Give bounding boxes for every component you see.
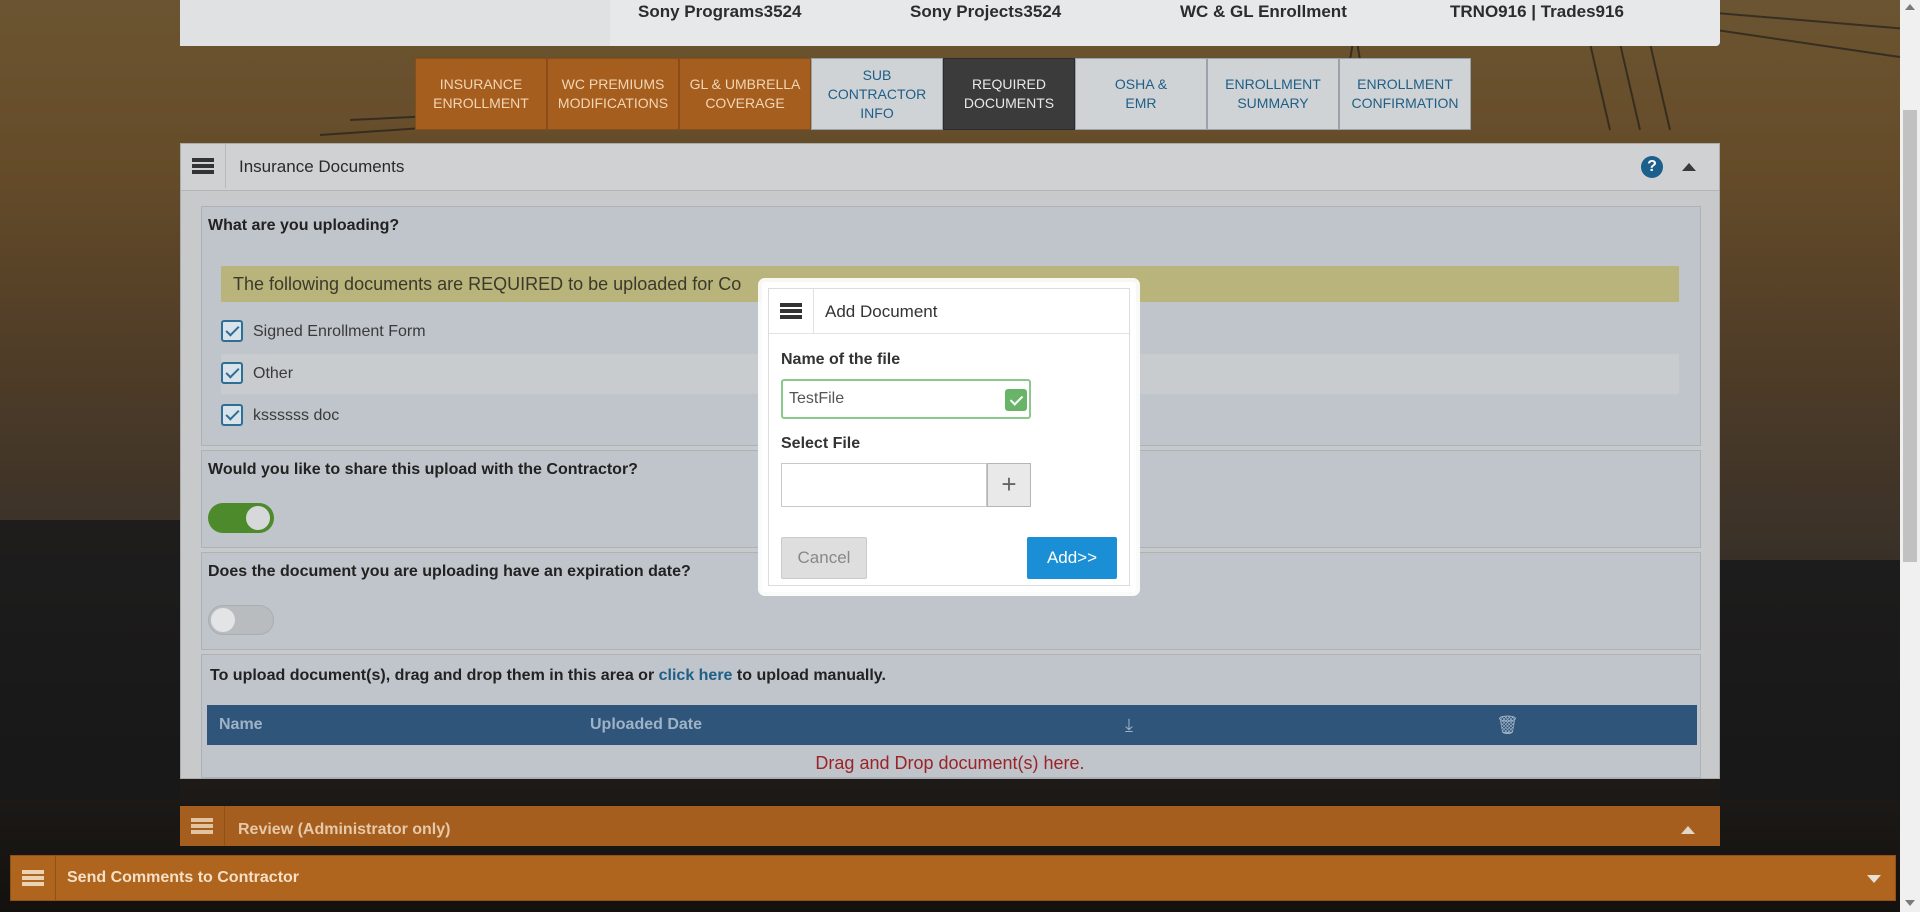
file-name-input[interactable] <box>781 379 1031 419</box>
enrollment-type: WC & GL Enrollment <box>1180 2 1347 21</box>
wizard-tabs: INSURANCE ENROLLMENT WC PREMIUMS MODIFICAT… <box>415 58 1471 130</box>
collapse-panel-icon[interactable] <box>1682 163 1696 171</box>
modal-body: Add Document Name of the file Select Fil… <box>768 288 1130 586</box>
trade-info: TRNO916 | Trades916 <box>1450 2 1624 21</box>
tab-wc-premiums-modifications[interactable]: WC PREMIUMS MODIFICATIONS <box>547 58 679 130</box>
document-label: Other <box>253 365 294 382</box>
scroll-thumb[interactable] <box>1903 110 1917 562</box>
project-name: Sony Projects3524 <box>910 2 1062 21</box>
enrollment-info-bar: Sony Programs3524 Sony Projects3524 WC &… <box>180 0 1720 46</box>
upload-instructions: To upload document(s), drag and drop the… <box>210 667 886 684</box>
trash-icon: 🗑 <box>1496 715 1519 735</box>
expiration-question: Does the document you are uploading have… <box>208 563 691 580</box>
document-label: kssssss doc <box>253 407 340 424</box>
column-name: Name <box>219 716 263 733</box>
file-name-label: Name of the file <box>781 351 901 368</box>
review-title: Review (Administrator only) <box>238 821 451 838</box>
checkbox-other[interactable] <box>221 362 243 384</box>
tab-gl-umbrella-coverage[interactable]: GL & UMBRELLA COVERAGE <box>679 58 811 130</box>
add-button[interactable]: Add>> <box>1027 537 1117 579</box>
info-bar-left-block <box>180 0 610 46</box>
drop-zone-text: Drag and Drop document(s) here. <box>815 753 1085 773</box>
send-comments-bar[interactable]: Send Comments to Contractor <box>10 855 1896 901</box>
comments-menu-icon[interactable] <box>11 856 56 900</box>
download-icon: ⤓ <box>1125 715 1133 735</box>
comments-title: Send Comments to Contractor <box>67 869 300 886</box>
documents-table-header: Name Uploaded Date ⤓ 🗑 <box>207 705 1697 745</box>
modal-menu-icon <box>769 289 814 333</box>
tab-required-documents[interactable]: REQUIRED DOCUMENTS <box>943 58 1075 130</box>
document-label: Signed Enrollment Form <box>253 323 426 340</box>
tab-insurance-enrollment[interactable]: INSURANCE ENROLLMENT <box>415 58 547 130</box>
modal-title: Add Document <box>825 302 938 321</box>
share-question: Would you like to share this upload with… <box>208 461 638 478</box>
tab-sub-contractor-info[interactable]: SUB CONTRACTOR INFO <box>811 58 943 130</box>
panel-menu-icon[interactable] <box>181 144 226 188</box>
scroll-down-arrow[interactable] <box>1905 900 1915 906</box>
review-menu-icon[interactable] <box>180 806 225 846</box>
click-here-link[interactable]: click here <box>659 667 733 684</box>
selected-file-field[interactable] <box>781 463 987 507</box>
panel-header: Insurance Documents ? <box>181 144 1719 191</box>
chevron-down-icon[interactable] <box>1867 875 1881 883</box>
page-scrollbar[interactable] <box>1900 0 1920 912</box>
browse-file-plus-icon[interactable]: + <box>987 463 1031 507</box>
column-uploaded-date: Uploaded Date <box>590 716 703 733</box>
help-icon[interactable]: ? <box>1641 156 1663 178</box>
checkbox-kssssss-doc[interactable] <box>221 404 243 426</box>
checkbox-signed-enrollment-form[interactable] <box>221 320 243 342</box>
tab-osha-emr[interactable]: OSHA & EMR <box>1075 58 1207 130</box>
select-file-label: Select File <box>781 435 861 452</box>
tab-enrollment-confirmation[interactable]: ENROLLMENT CONFIRMATION <box>1339 58 1471 130</box>
review-panel-header[interactable]: Review (Administrator only) <box>180 806 1720 846</box>
share-toggle[interactable] <box>208 503 274 533</box>
tab-enrollment-summary[interactable]: ENROLLMENT SUMMARY <box>1207 58 1339 130</box>
panel-title: Insurance Documents <box>239 157 405 176</box>
modal-header: Add Document <box>769 289 1129 334</box>
cancel-button[interactable]: Cancel <box>781 537 867 579</box>
chevron-up-icon[interactable] <box>1681 826 1695 834</box>
expiration-toggle[interactable] <box>208 605 274 635</box>
valid-check-icon <box>1005 389 1027 411</box>
add-document-modal: Add Document Name of the file Select Fil… <box>762 282 1136 592</box>
program-name: Sony Programs3524 <box>638 2 802 21</box>
upload-question: What are you uploading? <box>208 217 400 234</box>
scroll-up-arrow[interactable] <box>1905 4 1915 10</box>
